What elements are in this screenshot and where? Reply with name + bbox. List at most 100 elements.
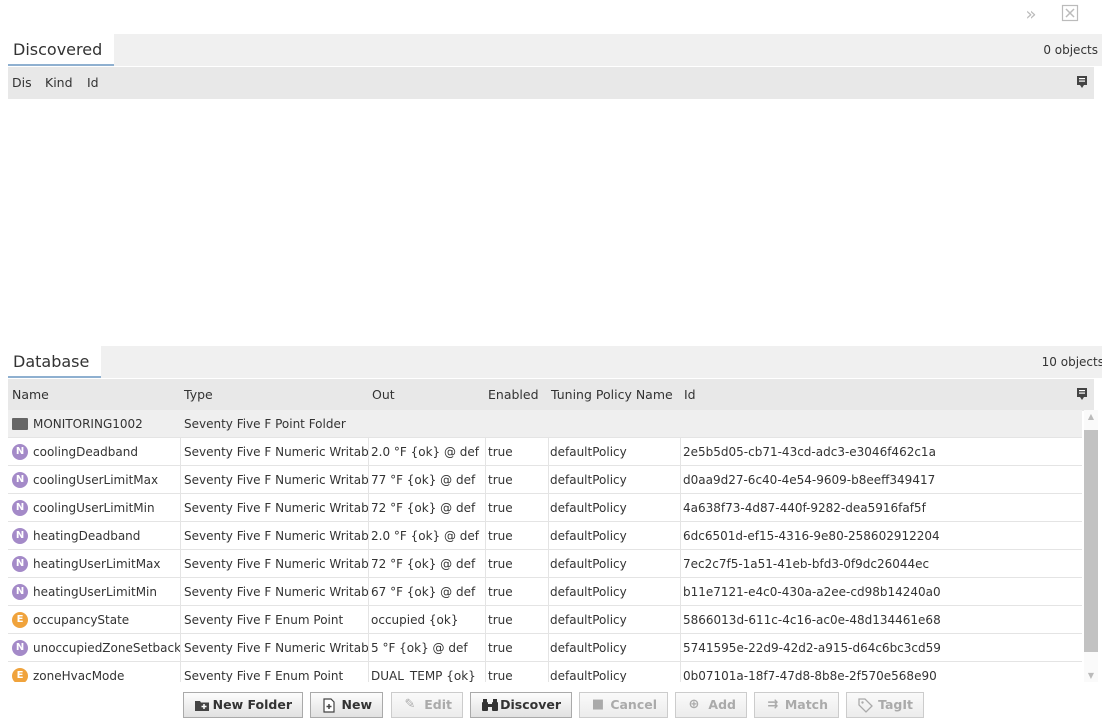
cell-name: coolingUserLimitMin <box>33 501 155 515</box>
cell-name: heatingUserLimitMin <box>33 585 157 599</box>
cell-id: 2e5b5d05-cb71-43cd-adc3-e3046f462c1a <box>683 445 936 459</box>
numeric-point-icon: N <box>12 556 28 572</box>
cell-name: heatingUserLimitMax <box>33 557 161 571</box>
new-folder-button[interactable]: New Folder <box>183 692 303 718</box>
table-row[interactable]: N unoccupiedZoneSetback Seventy Five F N… <box>8 634 1082 662</box>
table-row[interactable]: N coolingUserLimitMin Seventy Five F Num… <box>8 494 1082 522</box>
cell-enabled: true <box>488 557 513 571</box>
table-row[interactable]: MONITORING1002 Seventy Five F Point Fold… <box>8 410 1082 438</box>
cell-out: DUAL_TEMP {ok} <box>371 669 476 682</box>
new-document-icon <box>321 698 337 713</box>
cell-type: Seventy Five F Numeric Writable <box>184 445 368 459</box>
enum-point-icon: E <box>12 668 28 682</box>
add-icon: ⊕ <box>688 697 700 712</box>
column-header-out[interactable]: Out <box>372 379 395 411</box>
numeric-point-icon: N <box>12 528 28 544</box>
database-table-header: Name Type Out Enabled Tuning Policy Name… <box>8 379 1094 411</box>
pencil-icon: ✎ <box>404 697 416 712</box>
column-options-icon[interactable] <box>1076 75 1088 89</box>
cell-enabled: true <box>488 613 513 627</box>
cell-out: occupied {ok} <box>371 613 459 627</box>
cell-name: occupancyState <box>33 613 130 627</box>
discovered-table-body <box>8 99 1094 337</box>
column-header-kind[interactable]: Kind <box>45 67 73 99</box>
binoculars-icon <box>481 698 498 712</box>
cell-enabled: true <box>488 445 513 459</box>
cell-type: Seventy Five F Enum Point <box>184 669 344 682</box>
cell-tuning-policy: defaultPolicy <box>550 529 627 543</box>
column-header-enabled[interactable]: Enabled <box>488 379 539 411</box>
discovered-tab-row: Discovered 0 objects <box>8 34 1102 66</box>
cell-type: Seventy Five F Numeric Writable <box>184 473 368 487</box>
cell-enabled: true <box>488 529 513 543</box>
table-row[interactable]: E zoneHvacMode Seventy Five F Enum Point… <box>8 662 1082 682</box>
cell-name: coolingUserLimitMax <box>33 473 159 487</box>
new-folder-icon <box>194 698 210 712</box>
tagit-button[interactable]: TagIt <box>846 692 924 718</box>
cell-enabled: true <box>488 473 513 487</box>
cell-id: 6dc6501d-ef15-4316-9e80-258602912204 <box>683 529 940 543</box>
database-tab-row: Database 10 objects <box>8 346 1102 378</box>
folder-icon <box>12 418 28 430</box>
table-row[interactable]: N coolingDeadband Seventy Five F Numeric… <box>8 438 1082 466</box>
double-chevron-right-icon[interactable]: » <box>1020 4 1042 26</box>
cell-type: Seventy Five F Point Folder <box>184 417 346 431</box>
cancel-button[interactable]: ■ Cancel <box>579 692 668 718</box>
cell-out: 2.0 °F {ok} @ def <box>371 529 480 543</box>
cell-out: 72 °F {ok} @ def <box>371 501 476 515</box>
numeric-point-icon: N <box>12 500 28 516</box>
cell-type: Seventy Five F Enum Point <box>184 613 344 627</box>
column-header-id[interactable]: Id <box>87 67 99 99</box>
column-header-id[interactable]: Id <box>684 379 696 411</box>
column-header-dis[interactable]: Dis <box>12 67 32 99</box>
scroll-up-arrow-icon[interactable]: ▲ <box>1084 412 1098 421</box>
column-options-icon[interactable] <box>1076 387 1088 401</box>
database-tab[interactable]: Database <box>8 346 102 378</box>
table-row[interactable]: N heatingUserLimitMin Seventy Five F Num… <box>8 578 1082 606</box>
scrollbar-thumb[interactable] <box>1084 430 1098 652</box>
discovered-table-header: Dis Kind Id <box>8 67 1094 99</box>
cell-tuning-policy: defaultPolicy <box>550 557 627 571</box>
column-header-tuning-policy-name[interactable]: Tuning Policy Name <box>551 379 673 411</box>
cell-type: Seventy Five F Numeric Writable <box>184 641 368 655</box>
tag-icon <box>857 698 873 713</box>
cell-id: 0b07101a-18f7-47d8-8b8e-2f570e568e90 <box>683 669 937 682</box>
cell-out: 77 °F {ok} @ def <box>371 473 476 487</box>
cell-name: zoneHvacMode <box>33 669 125 682</box>
match-button[interactable]: ⇉ Match <box>754 692 839 718</box>
table-row[interactable]: N heatingUserLimitMax Seventy Five F Num… <box>8 550 1082 578</box>
database-table-body: MONITORING1002 Seventy Five F Point Fold… <box>8 410 1082 682</box>
numeric-point-icon: N <box>12 444 28 460</box>
discovered-tab[interactable]: Discovered <box>8 34 115 66</box>
cell-type: Seventy Five F Numeric Writable <box>184 557 368 571</box>
add-button[interactable]: ⊕ Add <box>675 692 747 718</box>
cell-type: Seventy Five F Numeric Writable <box>184 501 368 515</box>
column-header-type[interactable]: Type <box>184 379 213 411</box>
cell-id: 5866013d-611c-4c16-ac0e-48d134461e68 <box>683 613 941 627</box>
cell-tuning-policy: defaultPolicy <box>550 613 627 627</box>
cell-enabled: true <box>488 641 513 655</box>
close-pane-icon[interactable] <box>1059 4 1081 26</box>
cell-id: 5741595e-22d9-42d2-a915-d64c6bc3cd59 <box>683 641 941 655</box>
cell-id: 4a638f73-4d87-440f-9282-dea5916faf5f <box>683 501 926 515</box>
scroll-down-arrow-icon[interactable]: ▼ <box>1084 671 1098 680</box>
cell-enabled: true <box>488 669 513 682</box>
discover-button[interactable]: Discover <box>470 692 572 718</box>
numeric-point-icon: N <box>12 640 28 656</box>
cell-out: 67 °F {ok} @ def <box>371 585 476 599</box>
cell-tuning-policy: defaultPolicy <box>550 445 627 459</box>
cell-tuning-policy: defaultPolicy <box>550 585 627 599</box>
numeric-point-icon: N <box>12 472 28 488</box>
column-header-name[interactable]: Name <box>12 379 49 411</box>
cell-name: coolingDeadband <box>33 445 138 459</box>
edit-button[interactable]: ✎ Edit <box>391 692 463 718</box>
vertical-scrollbar[interactable]: ▲ ▼ <box>1084 410 1098 682</box>
cell-tuning-policy: defaultPolicy <box>550 669 627 682</box>
cell-tuning-policy: defaultPolicy <box>550 473 627 487</box>
table-row[interactable]: N coolingUserLimitMax Seventy Five F Num… <box>8 466 1082 494</box>
table-row[interactable]: E occupancyState Seventy Five F Enum Poi… <box>8 606 1082 634</box>
table-row[interactable]: N heatingDeadband Seventy Five F Numeric… <box>8 522 1082 550</box>
new-button[interactable]: New <box>310 692 383 718</box>
discovered-object-count: 0 objects <box>1043 43 1098 57</box>
cell-tuning-policy: defaultPolicy <box>550 641 627 655</box>
